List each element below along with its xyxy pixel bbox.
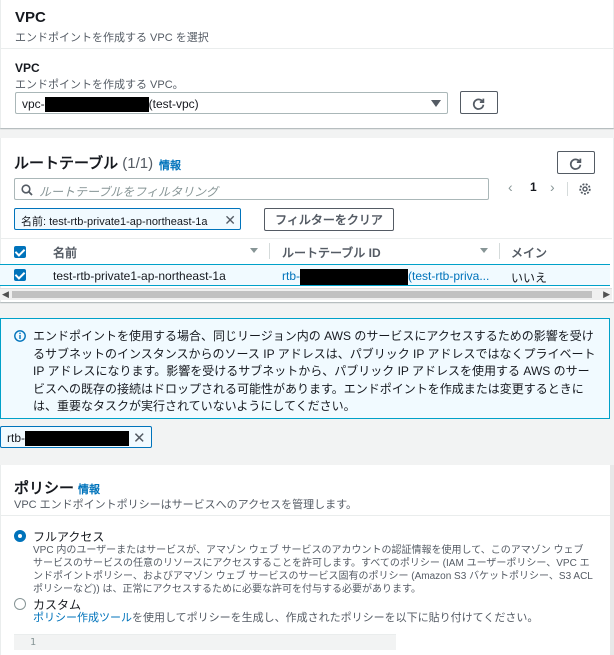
- row-main: いいえ: [511, 271, 548, 285]
- column-header-main[interactable]: メイン: [511, 244, 547, 261]
- table-settings-button[interactable]: [578, 182, 592, 199]
- row-route-table-id-link[interactable]: rtb- (test-rtb-priva...: [282, 269, 489, 285]
- filter-token: 名前: test-rtb-private1-ap-northeast-1a ✕: [14, 208, 241, 230]
- close-icon[interactable]: ✕: [133, 429, 146, 447]
- column-header-name[interactable]: 名前: [53, 244, 77, 261]
- scroll-left-arrow[interactable]: ◀: [2, 289, 9, 300]
- row-id-suffix: (test-rtb-priva...: [408, 269, 490, 284]
- route-table-filter-input[interactable]: ルートテーブルをフィルタリング: [14, 178, 489, 200]
- clear-filter-button[interactable]: フィルターをクリア: [264, 208, 394, 231]
- refresh-icon: [472, 98, 485, 110]
- settings-icon: [579, 183, 591, 195]
- full-access-label[interactable]: フルアクセス: [33, 528, 104, 545]
- redacted-selected-rtb-id: [25, 431, 129, 447]
- sort-icon[interactable]: [250, 248, 258, 253]
- custom-radio[interactable]: [14, 598, 26, 610]
- info-alert: エンドポイントを使用する場合、同じリージョン内の AWS のサービスにアクセスす…: [0, 318, 610, 419]
- column-separator[interactable]: [269, 243, 270, 259]
- route-table-title-text: ルートテーブル: [14, 155, 119, 172]
- policy-info-link[interactable]: 情報: [78, 481, 100, 497]
- filter-placeholder: ルートテーブルをフィルタリング: [39, 185, 219, 199]
- page-vertical-scrollbar[interactable]: [610, 465, 614, 655]
- refresh-icon: [569, 158, 582, 170]
- route-table-info-link[interactable]: 情報: [159, 157, 181, 173]
- vpc-field-label: VPC: [15, 61, 40, 75]
- table-horizontal-scrollbar[interactable]: ◀ ▶: [0, 288, 612, 300]
- filter-token-text: 名前: test-rtb-private1-ap-northeast-1a: [21, 216, 208, 228]
- policy-divider: [0, 515, 612, 516]
- pager-divider: [567, 182, 568, 196]
- info-circle-icon: [14, 330, 26, 342]
- chevron-left-icon[interactable]: ‹: [508, 179, 513, 195]
- route-table-count: (1/1): [122, 155, 154, 172]
- route-table-title: ルートテーブル (1/1): [14, 152, 153, 173]
- route-table-refresh-button[interactable]: [557, 151, 595, 174]
- caret-down-icon: [431, 100, 441, 107]
- scrollbar-thumb[interactable]: [12, 291, 592, 298]
- column-header-route-table-id[interactable]: ルートテーブル ID: [282, 244, 381, 261]
- chevron-right-icon[interactable]: ›: [550, 179, 555, 195]
- table-header-top: [0, 238, 612, 239]
- vpc-select-suffix: (test-vpc): [148, 97, 199, 111]
- redacted-rtb-id: [300, 269, 408, 285]
- selected-route-table-token: rtb- ✕: [0, 426, 152, 448]
- custom-description-text: を使用してポリシーを生成し、作成されたポリシーを以下に貼り付けてください。: [132, 612, 539, 624]
- policy-title: ポリシー: [14, 480, 75, 497]
- vpc-refresh-button[interactable]: [460, 91, 498, 114]
- search-icon: [21, 184, 33, 196]
- column-separator[interactable]: [499, 243, 500, 259]
- policy-editor[interactable]: 1: [14, 634, 396, 650]
- row-id-prefix: rtb-: [282, 269, 300, 284]
- alert-message: エンドポイントを使用する場合、同じリージョン内の AWS のサービスにアクセスす…: [33, 329, 596, 413]
- vpc-field-sublabel: エンドポイントを作成する VPC。: [15, 79, 184, 91]
- selected-token-text: rtb-: [7, 431, 129, 447]
- full-access-description: VPC 内のユーザーまたはサービスが、アマゾン ウェブ サービスのアカウントの認…: [33, 545, 593, 595]
- close-icon[interactable]: ✕: [224, 212, 236, 229]
- vpc-select-prefix: vpc-: [22, 97, 45, 111]
- vpc-section-description: エンドポイントを作成する VPC を選択: [15, 32, 209, 44]
- vpc-select[interactable]: vpc- (test-vpc): [15, 92, 448, 114]
- row-name: test-rtb-private1-ap-northeast-1a: [53, 269, 226, 283]
- vpc-divider: [1, 48, 613, 49]
- policy-generator-link[interactable]: ポリシー作成ツール: [33, 612, 132, 624]
- scroll-right-arrow[interactable]: ▶: [603, 289, 610, 300]
- vpc-select-value: vpc- (test-vpc): [22, 97, 199, 113]
- custom-label[interactable]: カスタム: [33, 596, 81, 613]
- vpc-section-title: VPC: [15, 9, 46, 26]
- page-number[interactable]: 1: [530, 180, 537, 194]
- policy-description: VPC エンドポイントポリシーはサービスへのアクセスを管理します。: [14, 499, 358, 511]
- selected-token-prefix: rtb-: [7, 431, 25, 445]
- full-access-radio[interactable]: [14, 530, 26, 542]
- vpc-section: VPC エンドポイントを作成する VPC を選択 VPC エンドポイントを作成す…: [0, 0, 614, 128]
- row-checkbox[interactable]: [14, 269, 26, 281]
- sort-icon[interactable]: [480, 248, 488, 253]
- select-all-checkbox[interactable]: [14, 246, 26, 258]
- redacted-vpc-id: [44, 97, 149, 113]
- editor-line-number: 1: [30, 637, 37, 648]
- custom-description: ポリシー作成ツールを使用してポリシーを生成し、作成されたポリシーを以下に貼り付け…: [33, 612, 593, 625]
